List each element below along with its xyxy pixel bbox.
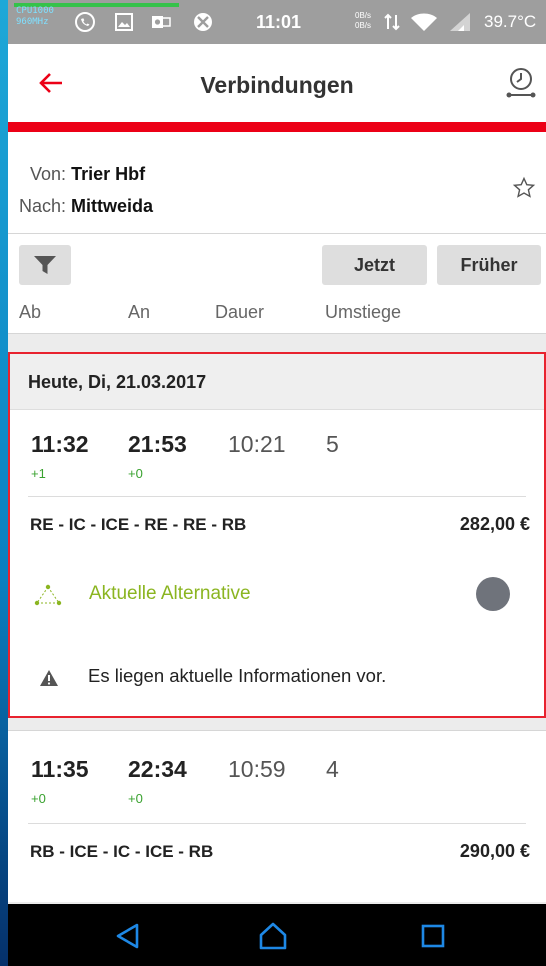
header-accent-bar	[8, 122, 546, 132]
col-departure: Ab	[19, 302, 42, 322]
recents-nav-icon[interactable]	[418, 921, 448, 951]
earlier-button[interactable]: Früher	[437, 245, 541, 285]
filter-icon	[34, 256, 56, 274]
col-transfers: Umstiege	[325, 302, 402, 322]
now-button[interactable]: Jetzt	[322, 245, 427, 285]
gallery-icon	[115, 13, 133, 31]
route-summary[interactable]: Von: Trier Hbf Nach: Mittweida	[8, 132, 546, 234]
departure-time: 11:35	[31, 756, 89, 782]
day-header: Heute, Di, 21.03.2017	[10, 354, 544, 410]
transfers: 5	[326, 431, 339, 457]
departure-delay: +0	[31, 791, 46, 806]
departure-time: 11:32	[31, 431, 89, 457]
network-speed: 0B/s 0B/s	[355, 11, 371, 31]
cpu-readout: CPU1000 960MHz	[16, 6, 58, 28]
connection-card[interactable]: 11:35 22:34 10:59 4 +0 +0 RB - ICE - IC …	[8, 730, 546, 902]
clock-icon[interactable]	[504, 66, 538, 100]
home-nav-icon[interactable]	[258, 921, 288, 951]
divider	[28, 496, 526, 497]
departure-delay: +1	[31, 466, 46, 481]
train-products: RB - ICE - IC - ICE - RB	[30, 842, 214, 861]
connection-card[interactable]: Heute, Di, 21.03.2017 11:32 21:53 10:21 …	[8, 352, 546, 718]
price: 282,00 €	[459, 514, 530, 534]
app-bar: Verbindungen	[8, 44, 546, 122]
to-row: Nach: Mittweida	[19, 196, 153, 217]
filter-button[interactable]	[19, 245, 71, 285]
device-frame-edge	[0, 0, 8, 966]
page-title: Verbindungen	[200, 72, 354, 98]
price: 290,00 €	[459, 841, 530, 861]
data-transfer-icon	[384, 13, 400, 31]
arrival-time: 21:53	[128, 431, 187, 457]
to-label: Nach:	[19, 196, 67, 216]
arrival-delay: +0	[128, 791, 143, 806]
col-duration: Dauer	[215, 302, 265, 322]
outlook-icon	[152, 16, 171, 28]
net-up: 0B/s	[355, 11, 372, 20]
wifi-icon	[411, 13, 437, 31]
duration: 10:21	[228, 431, 286, 457]
clock-time: 11:01	[256, 12, 302, 32]
arrival-delay: +0	[128, 466, 143, 481]
whatsapp-icon	[75, 12, 95, 32]
transfers: 4	[326, 756, 339, 782]
net-down: 0B/s	[355, 21, 372, 30]
from-station: Trier Hbf	[71, 164, 146, 184]
alternative-link[interactable]: Aktuelle Alternative	[89, 583, 251, 605]
column-headers: Ab An Dauer Umstiege	[8, 294, 546, 334]
col-arrival: An	[128, 302, 151, 322]
divider	[28, 823, 526, 824]
status-bar: CPU1000 960MHz 11:01 0B/s 0B/s 39.7°C	[0, 0, 546, 44]
alternative-indicator[interactable]	[476, 577, 510, 611]
train-products: RE - IC - ICE - RE - RE - RB	[30, 515, 247, 534]
to-station: Mittweida	[71, 196, 154, 216]
blocked-icon	[194, 13, 212, 31]
signal-icon	[450, 13, 470, 31]
system-nav-bar	[0, 904, 546, 966]
warning-icon	[40, 670, 58, 686]
results-toolbar: Jetzt Früher	[8, 234, 546, 294]
temperature: 39.7°C	[484, 12, 537, 31]
star-icon[interactable]	[512, 176, 536, 200]
alternative-route-icon	[34, 584, 62, 606]
cpu-line-1: CPU1000	[16, 6, 54, 16]
from-row: Von: Trier Hbf	[30, 164, 145, 185]
from-label: Von:	[30, 164, 67, 184]
info-message[interactable]: Es liegen aktuelle Informationen vor.	[88, 665, 386, 687]
duration: 10:59	[228, 756, 286, 782]
back-nav-icon[interactable]	[113, 921, 143, 951]
arrival-time: 22:34	[128, 756, 187, 782]
cpu-line-2: 960MHz	[16, 17, 49, 27]
